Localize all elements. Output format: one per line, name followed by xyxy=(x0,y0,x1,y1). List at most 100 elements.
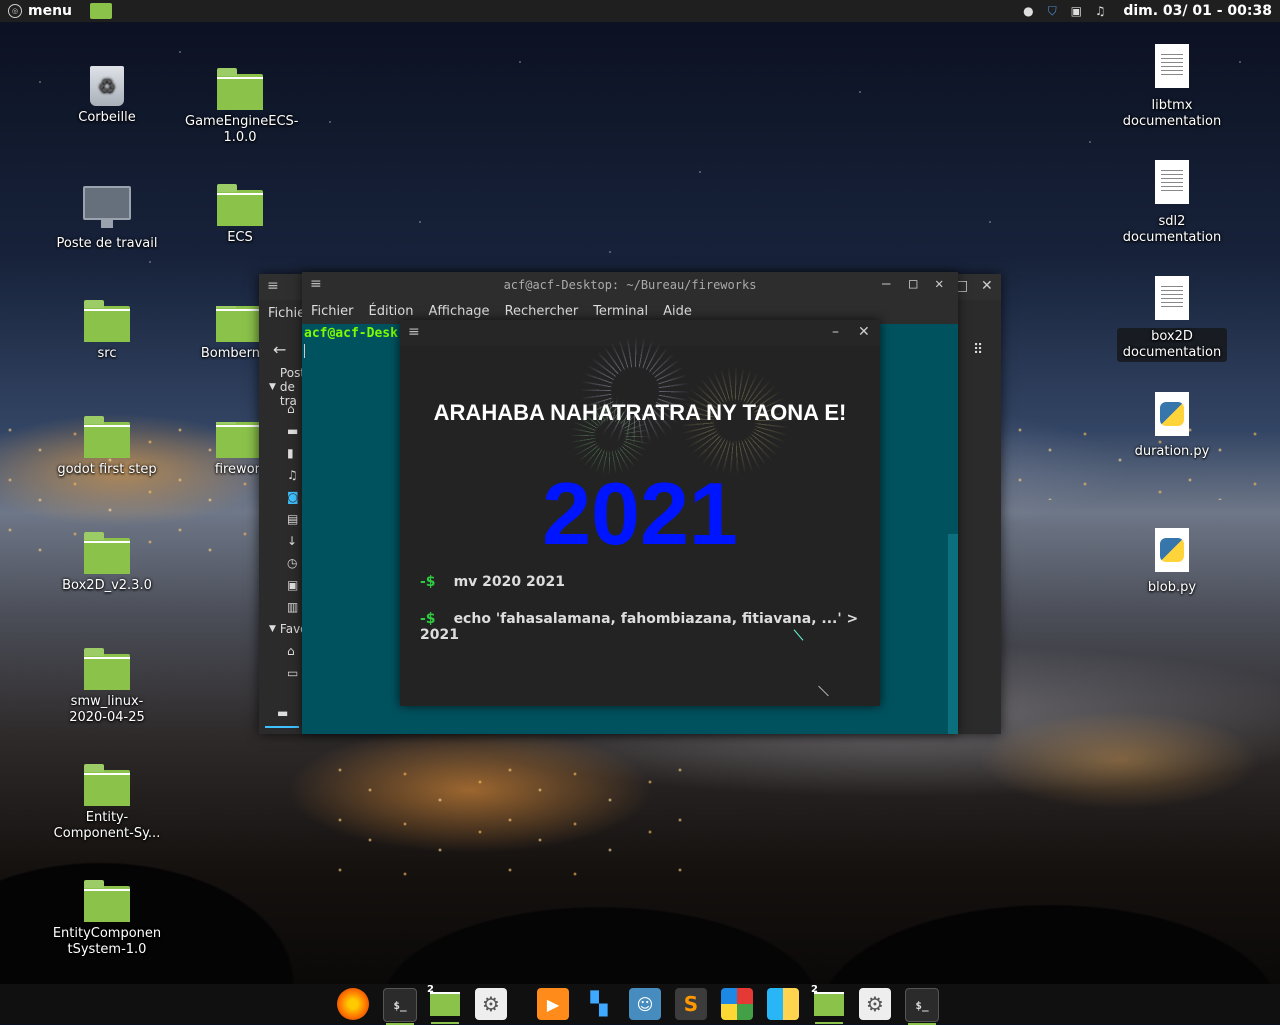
desktop-icon-label: duration.py xyxy=(1134,444,1210,459)
firefox-icon[interactable] xyxy=(337,988,369,1020)
sidebar-item-ghv40[interactable]: ▭ xyxy=(259,662,303,684)
hamburger-icon[interactable]: ≡ xyxy=(267,278,279,294)
terminal-scrollbar[interactable] xyxy=(948,534,958,734)
desktop-icon-label: EntityComponentSystem-1.0 xyxy=(52,926,162,957)
sidebar-item-downloads[interactable]: ↓ xyxy=(259,530,303,552)
settings-icon[interactable]: ⚙ xyxy=(475,988,507,1020)
media-player-icon[interactable]: ▶ xyxy=(537,988,569,1020)
godot-icon[interactable]: ☺ xyxy=(629,988,661,1020)
desktop-icon-ecs[interactable]: ECS xyxy=(185,184,295,246)
panel-folder-icon[interactable] xyxy=(90,3,113,19)
document-icon xyxy=(1155,160,1189,204)
folder-icon: ▬ xyxy=(287,424,299,438)
music-icon[interactable]: ♫ xyxy=(1093,4,1107,18)
sidebar-item-desktop[interactable]: ▬ xyxy=(259,420,303,442)
desktop-icon-label: box2D documentation xyxy=(1117,328,1227,362)
sidebar-item-images[interactable]: ◙ xyxy=(259,486,303,508)
desktop-icon-poste-de-travail[interactable]: Poste de travail xyxy=(52,186,162,252)
desktop-icon-entity-component[interactable]: Entity-Component-Sy... xyxy=(52,764,162,842)
settings-icon[interactable]: ⚙ xyxy=(859,988,891,1020)
places-tab-icon[interactable]: ▬ xyxy=(277,706,288,720)
desktop-icon-bombern[interactable]: Bombern xyxy=(176,306,260,362)
home-icon: ⌂ xyxy=(287,402,295,416)
terminal-icon[interactable]: $_ xyxy=(905,988,939,1025)
sidebar-item-documents[interactable]: ▮ xyxy=(259,442,303,464)
desktop-icon-smw-linux[interactable]: smw_linux-2020-04-25 xyxy=(52,648,162,726)
python-icon xyxy=(1155,392,1189,436)
desktop-icon-entitycomponentsystem[interactable]: EntityComponentSystem-1.0 xyxy=(52,880,162,958)
clock[interactable]: dim. 03/ 01 - 00:38 xyxy=(1123,3,1272,19)
sidebar-item-music[interactable]: ♫ xyxy=(259,464,303,486)
window-count-badge: 2 xyxy=(427,984,434,995)
terminal-prompt: acf@acf-Desk xyxy=(304,326,398,341)
command-prompt: -$ xyxy=(420,574,436,590)
sublime-text-icon[interactable]: S xyxy=(675,988,707,1020)
sidebar-item-recent[interactable]: ◷ xyxy=(259,552,303,574)
files-icon[interactable]: 2 xyxy=(811,984,845,1024)
menu-rechercher[interactable]: Rechercher xyxy=(505,304,579,319)
grid-view-icon[interactable]: ⠿ xyxy=(973,342,983,358)
film-icon: ▤ xyxy=(287,512,299,526)
tiles-app-icon[interactable] xyxy=(767,988,799,1020)
close-icon[interactable]: ✕ xyxy=(935,276,943,292)
year-text: 2021 xyxy=(542,464,738,563)
menu-aide[interactable]: Aide xyxy=(663,304,692,319)
desktop-icon-sdl2-doc[interactable]: sdl2 documentation xyxy=(1117,160,1227,246)
sidebar-section-poste[interactable]: ▼ Poste de tra xyxy=(259,366,312,408)
desktop-icon-godot-first-step[interactable]: godot first step xyxy=(52,416,162,478)
menu-fichier[interactable]: Fichie xyxy=(268,306,305,321)
hamburger-icon[interactable]: ≡ xyxy=(310,276,322,292)
desktop-icon-blob-py[interactable]: blob.py xyxy=(1117,528,1227,596)
maximize-icon[interactable]: □ xyxy=(909,276,917,292)
greeting-headline: ARAHABA NAHATRATRA NY TAONA E! xyxy=(433,400,847,425)
menu-edition[interactable]: Édition xyxy=(369,304,414,319)
fireworks-canvas: ARAHABA NAHATRATRA NY TAONA E! 2021 -$ mv… xyxy=(400,336,880,706)
desktop-icon-fireworks[interactable]: firewor xyxy=(176,422,260,478)
menu-label: menu xyxy=(28,3,73,19)
terminal-cursor xyxy=(304,344,305,358)
close-icon[interactable]: ✕ xyxy=(981,278,993,294)
color-app-icon[interactable] xyxy=(721,988,753,1020)
desktop-icon-gameengineecs[interactable]: GameEngineECS-1.0.0 xyxy=(185,68,299,146)
menu-fichier[interactable]: Fichier xyxy=(311,304,354,319)
tetris-icon[interactable]: ▚ xyxy=(583,988,615,1020)
computer-icon xyxy=(83,186,131,228)
minimize-icon[interactable]: – xyxy=(882,276,890,292)
hamburger-icon[interactable]: ≡ xyxy=(408,324,420,340)
desktop-icon-box2d[interactable]: Box2D_v2.3.0 xyxy=(52,532,162,594)
user-icon[interactable]: ● xyxy=(1021,4,1035,18)
desktop-icon-src[interactable]: src xyxy=(52,300,162,362)
desktop-icon-label: Poste de travail xyxy=(56,236,158,251)
desktop-icon-duration-py[interactable]: duration.py xyxy=(1117,392,1227,460)
sidebar-section-favoris[interactable]: ▼ Favoris xyxy=(259,618,322,640)
sidebar-item-home-fav[interactable]: ⌂ xyxy=(259,640,303,662)
dock: $_ 2 ⚙ ▶ ▚ ☺ S 2 ⚙ $_ xyxy=(0,984,1280,1025)
terminal-icon[interactable]: $_ xyxy=(383,988,417,1025)
folder-icon xyxy=(217,68,263,110)
close-icon[interactable]: ✕ xyxy=(858,324,870,340)
back-arrow-icon[interactable]: ← xyxy=(273,340,286,359)
firework-burst xyxy=(580,336,690,446)
sidebar-item-system[interactable]: ▣ xyxy=(259,574,303,596)
chevron-down-icon: ▼ xyxy=(269,382,276,392)
menu-terminal[interactable]: Terminal xyxy=(593,304,648,319)
files-icon[interactable]: 2 xyxy=(427,984,461,1024)
sidebar-item-videos[interactable]: ▤ xyxy=(259,508,303,530)
sidebar-item-trash[interactable]: ▥ xyxy=(259,596,303,618)
minimize-icon[interactable]: – xyxy=(832,324,839,340)
city-lights-bottom xyxy=(330,760,690,880)
desktop-icon-libtmx-doc[interactable]: libtmx documentation xyxy=(1117,44,1227,130)
document-icon xyxy=(1155,44,1189,88)
menu-affichage[interactable]: Affichage xyxy=(428,304,489,319)
terminal-titlebar[interactable]: ≡ acf@acf-Desktop: ~/Bureau/fireworks – … xyxy=(302,272,958,298)
shield-icon[interactable]: ⛉ xyxy=(1045,4,1059,18)
network-icon[interactable]: ▣ xyxy=(1069,4,1083,18)
desktop-icon-label: ECS xyxy=(227,230,253,245)
menu-button[interactable]: ◎ menu xyxy=(0,0,80,22)
folder-icon xyxy=(84,416,130,458)
system-tray: ● ⛉ ▣ ♫ dim. 03/ 01 - 00:38 xyxy=(1021,0,1272,22)
desktop-icon-box2d-doc[interactable]: box2D documentation xyxy=(1117,276,1227,362)
fireworks-titlebar[interactable]: ≡ – ✕ xyxy=(400,320,880,346)
command-text: mv 2020 2021 xyxy=(453,574,565,590)
desktop-icon-corbeille[interactable]: ♻ Corbeille xyxy=(52,66,162,126)
